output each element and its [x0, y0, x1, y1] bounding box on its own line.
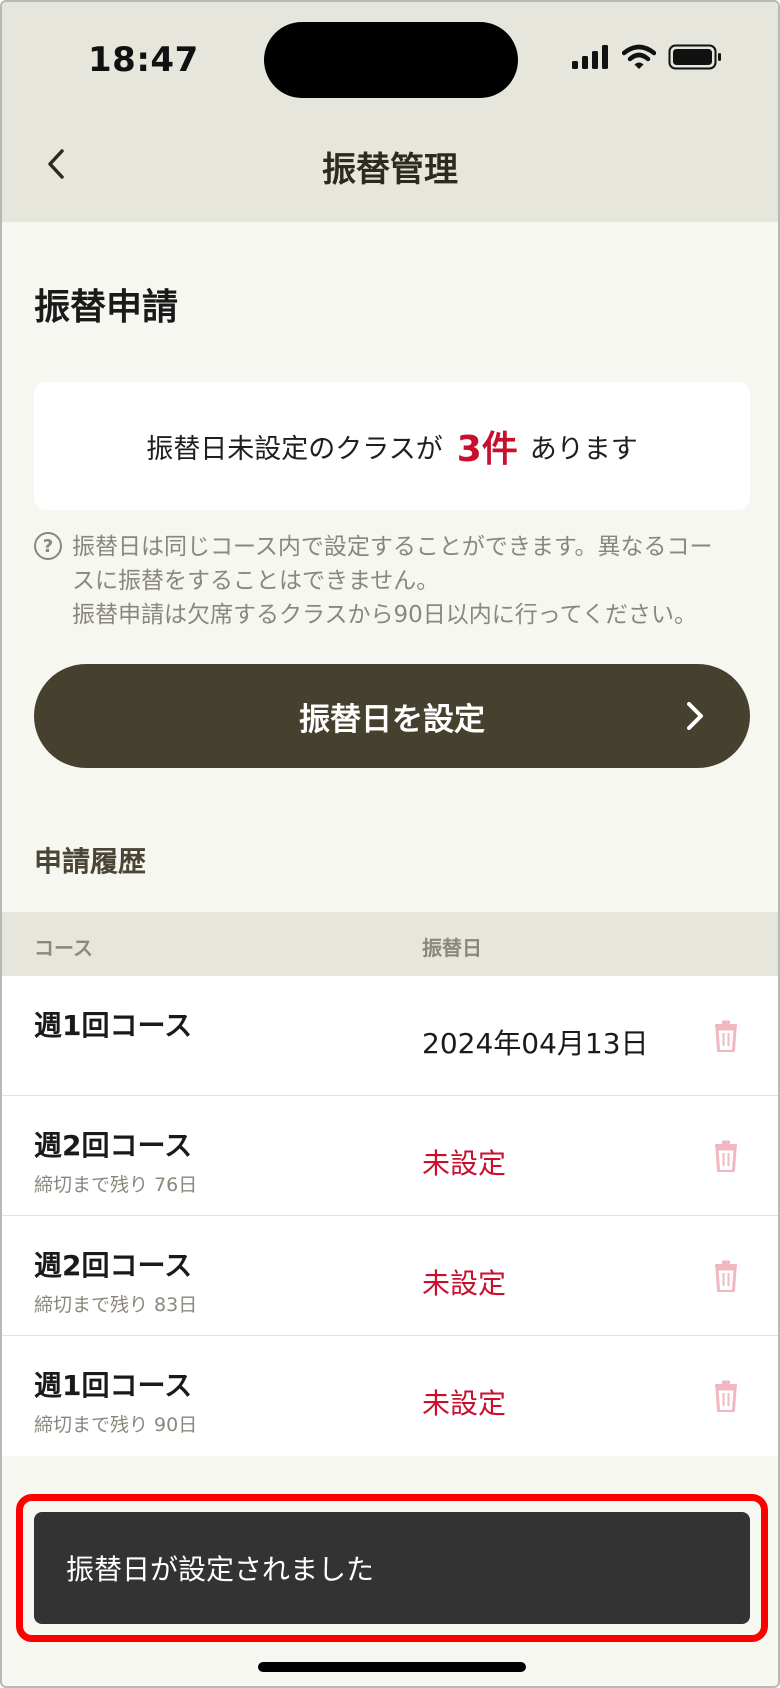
row-transfer-date: 未設定: [422, 1267, 507, 1300]
trash-icon[interactable]: [712, 1140, 740, 1172]
set-transfer-date-button[interactable]: 振替日を設定: [34, 664, 750, 768]
wifi-icon: [621, 44, 657, 74]
phone-screen: 18:47 振替管理 振替申請 振替日未設定のクラスが 3件 あります ? 振替…: [0, 0, 780, 1688]
status-icons: [572, 44, 722, 74]
status-time: 18:47: [88, 40, 199, 80]
history-title: 申請履歴: [34, 845, 147, 878]
toast-text: 振替日が設定されました: [66, 1553, 375, 1586]
row-deadline: 締切まで残り 90日: [34, 1414, 198, 1436]
question-circle-icon: ?: [34, 532, 62, 560]
set-transfer-date-label: 振替日を設定: [299, 701, 485, 738]
help-line-3: 振替申請は欠席するクラスから90日以内に行ってください。: [72, 602, 697, 628]
trash-icon[interactable]: [712, 1380, 740, 1412]
top-bar: 18:47 振替管理: [2, 2, 778, 222]
column-course: コース: [34, 936, 93, 960]
home-indicator[interactable]: [258, 1662, 526, 1672]
trash-icon[interactable]: [712, 1020, 740, 1052]
chevron-right-icon: [687, 702, 703, 730]
signal-icon: [572, 45, 610, 73]
unset-count: 3件: [456, 429, 518, 470]
row-transfer-date: 未設定: [422, 1147, 507, 1180]
row-course: 週2回コース: [34, 1249, 193, 1282]
row-deadline: 締切まで残り 83日: [34, 1294, 198, 1316]
trash-icon[interactable]: [712, 1260, 740, 1292]
notice-suffix: あります: [529, 433, 638, 465]
column-transfer-date: 振替日: [422, 936, 482, 960]
help-line-2: スに振替をすることはできません。: [72, 568, 440, 594]
history-table-header: コース 振替日: [2, 912, 778, 976]
unset-count-card: 振替日未設定のクラスが 3件 あります: [34, 382, 750, 510]
row-transfer-date: 未設定: [422, 1387, 507, 1420]
row-deadline: 締切まで残り 76日: [34, 1174, 198, 1196]
row-course: 週1回コース: [34, 1369, 193, 1402]
row-course: 週1回コース: [34, 1009, 193, 1042]
section-title: 振替申請: [34, 287, 179, 328]
row-transfer-date: 2024年04月13日: [422, 1027, 649, 1060]
help-line-1: 振替日は同じコース内で設定することができます。異なるコー: [72, 534, 713, 560]
toast-message: 振替日が設定されました: [34, 1512, 750, 1624]
table-row: 週1回コース 2024年04月13日: [2, 976, 778, 1096]
notice-prefix: 振替日未設定のクラスが: [146, 433, 443, 465]
table-row: 週1回コース 締切まで残り 90日 未設定: [2, 1336, 778, 1456]
dynamic-island: [264, 22, 518, 98]
battery-icon: [668, 44, 722, 74]
row-course: 週2回コース: [34, 1129, 193, 1162]
table-row: 週2回コース 締切まで残り 76日 未設定: [2, 1096, 778, 1216]
table-row: 週2回コース 締切まで残り 83日 未設定: [2, 1216, 778, 1336]
help-note: ? 振替日は同じコース内で設定することができます。異なるコー スに振替をすること…: [34, 530, 754, 632]
help-text: 振替日は同じコース内で設定することができます。異なるコー スに振替をすることはで…: [72, 530, 713, 632]
page-title: 振替管理: [322, 150, 458, 190]
